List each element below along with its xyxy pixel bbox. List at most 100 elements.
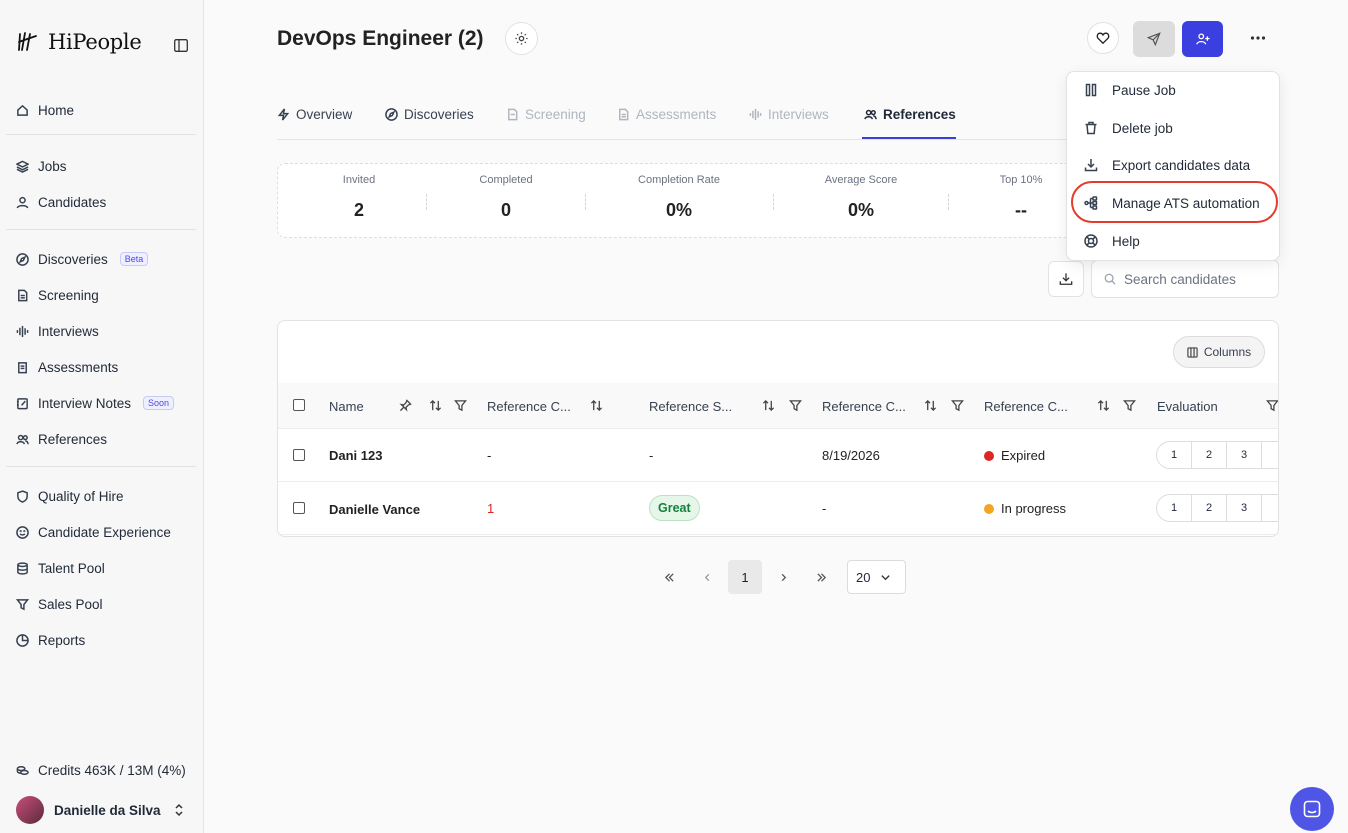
table-row[interactable]: Danielle Vance 1 Great - In progress 1 2… — [278, 482, 1278, 535]
prev-page-button[interactable] — [690, 560, 724, 594]
tab-assessments[interactable]: Assessments — [617, 107, 716, 122]
invite-candidate-button[interactable] — [1182, 21, 1223, 57]
page-size-select[interactable]: 20 — [847, 560, 906, 594]
menu-item-pause-job[interactable]: Pause Job — [1067, 72, 1279, 108]
sidebar-item-home[interactable]: Home — [16, 100, 74, 120]
sidebar-item-candidate-experience[interactable]: Candidate Experience — [16, 522, 171, 542]
evaluation-option[interactable]: 1 — [1156, 494, 1192, 522]
next-page-button[interactable] — [766, 560, 800, 594]
menu-item-label: Delete job — [1112, 120, 1173, 136]
pause-icon — [1085, 83, 1097, 97]
stat-divider — [585, 194, 586, 210]
sidebar-toggle-icon[interactable] — [174, 39, 188, 52]
sidebar-item-label: Interview Notes — [38, 395, 132, 411]
users-icon — [864, 109, 877, 120]
evaluation-option[interactable] — [1261, 441, 1278, 469]
sidebar-item-references[interactable]: References — [16, 429, 107, 449]
filter-icon[interactable] — [951, 399, 964, 412]
sidebar-item-sales-pool[interactable]: Sales Pool — [16, 594, 103, 614]
row-checkbox[interactable] — [293, 449, 305, 461]
chevron-right-icon — [781, 573, 786, 581]
tab-interviews[interactable]: Interviews — [749, 107, 829, 122]
stat-label: Completed — [479, 174, 533, 186]
evaluation-option[interactable]: 2 — [1191, 494, 1227, 522]
tab-references[interactable]: References — [864, 107, 956, 122]
chat-launcher-button[interactable] — [1290, 787, 1334, 831]
search-input[interactable] — [1124, 271, 1264, 287]
evaluation-option[interactable]: 1 — [1156, 441, 1192, 469]
sidebar-item-label: Sales Pool — [38, 596, 103, 612]
chevron-down-icon — [881, 574, 891, 580]
sidebar-item-jobs[interactable]: Jobs — [16, 156, 67, 176]
sidebar-item-talent-pool[interactable]: Talent Pool — [16, 558, 105, 578]
tab-discoveries[interactable]: Discoveries — [385, 107, 474, 122]
row-checkbox[interactable] — [293, 502, 305, 514]
reference-date: - — [822, 501, 827, 516]
tab-overview[interactable]: Overview — [277, 107, 352, 122]
sidebar-item-reports[interactable]: Reports — [16, 630, 85, 650]
sidebar-item-candidates[interactable]: Candidates — [16, 192, 106, 212]
columns-button[interactable]: Columns — [1173, 336, 1265, 368]
column-header-reference-completed[interactable]: Reference C... — [822, 399, 906, 414]
sort-icon[interactable] — [429, 399, 442, 412]
credits-indicator[interactable]: Credits 463K / 13M (4%) — [16, 760, 186, 780]
evaluation-option[interactable]: 3 — [1226, 441, 1262, 469]
tab-label: References — [883, 107, 956, 122]
candidate-name[interactable]: Dani 123 — [329, 448, 382, 463]
stat-divider — [773, 194, 774, 210]
candidate-name[interactable]: Danielle Vance — [329, 502, 420, 517]
sidebar-item-interview-notes[interactable]: Interview Notes Soon — [16, 393, 175, 413]
sort-icon[interactable] — [1097, 399, 1110, 412]
column-header-evaluation[interactable]: Evaluation — [1157, 399, 1218, 414]
column-header-name[interactable]: Name — [329, 399, 364, 414]
user-menu[interactable]: Danielle da Silva — [16, 796, 161, 824]
sort-icon[interactable] — [590, 399, 603, 412]
download-button[interactable] — [1048, 261, 1084, 297]
select-all-checkbox[interactable] — [293, 399, 305, 411]
menu-item-label: Export candidates data — [1112, 157, 1251, 173]
sidebar-item-screening[interactable]: Screening — [16, 285, 99, 305]
last-page-button[interactable] — [804, 560, 838, 594]
stat-completed: Completed 0 — [456, 164, 556, 221]
sidebar-item-assessments[interactable]: Assessments — [16, 357, 118, 377]
evaluation-option[interactable]: 3 — [1226, 494, 1262, 522]
status-dot — [984, 451, 994, 461]
menu-item-delete-job[interactable]: Delete job — [1067, 110, 1279, 146]
filter-icon[interactable] — [1266, 399, 1279, 412]
first-page-button[interactable] — [652, 560, 686, 594]
menu-item-export-candidates[interactable]: Export candidates data — [1067, 147, 1279, 183]
table-row[interactable]: Dani 123 - - 8/19/2026 Expired 1 2 3 — [278, 429, 1278, 482]
status-label: In progress — [1001, 501, 1067, 516]
column-header-reference-check-status[interactable]: Reference C... — [984, 399, 1068, 414]
filter-icon[interactable] — [789, 399, 802, 412]
gear-icon — [515, 32, 528, 45]
users-icon — [16, 434, 29, 444]
pin-icon[interactable] — [399, 399, 412, 412]
stat-divider — [426, 194, 427, 210]
lifebuoy-icon — [1084, 234, 1098, 248]
sidebar-item-interviews[interactable]: Interviews — [16, 321, 99, 341]
search-icon — [1104, 273, 1116, 285]
search-box[interactable] — [1091, 260, 1279, 298]
sort-icon[interactable] — [762, 399, 775, 412]
tab-screening[interactable]: Screening — [506, 107, 586, 122]
sidebar-item-quality-of-hire[interactable]: Quality of Hire — [16, 486, 124, 506]
logo[interactable]: HiPeople — [16, 30, 142, 54]
sort-icon[interactable] — [924, 399, 937, 412]
evaluation-option[interactable] — [1261, 494, 1278, 522]
page-number-button[interactable]: 1 — [728, 560, 762, 594]
menu-item-help[interactable]: Help — [1067, 223, 1279, 259]
send-button[interactable] — [1133, 21, 1175, 57]
job-settings-button[interactable] — [505, 22, 538, 55]
layers-icon — [16, 160, 29, 173]
more-options-button[interactable] — [1244, 25, 1272, 51]
filter-icon[interactable] — [454, 399, 467, 412]
stat-divider — [948, 194, 949, 210]
favorite-button[interactable] — [1087, 22, 1119, 54]
column-header-reference-score[interactable]: Reference S... — [649, 399, 732, 414]
column-header-reference-count[interactable]: Reference C... — [487, 399, 571, 414]
evaluation-option[interactable]: 2 — [1191, 441, 1227, 469]
sidebar-item-discoveries[interactable]: Discoveries Beta — [16, 249, 149, 269]
filter-icon[interactable] — [1123, 399, 1136, 412]
chevron-updown-icon[interactable] — [173, 803, 185, 817]
